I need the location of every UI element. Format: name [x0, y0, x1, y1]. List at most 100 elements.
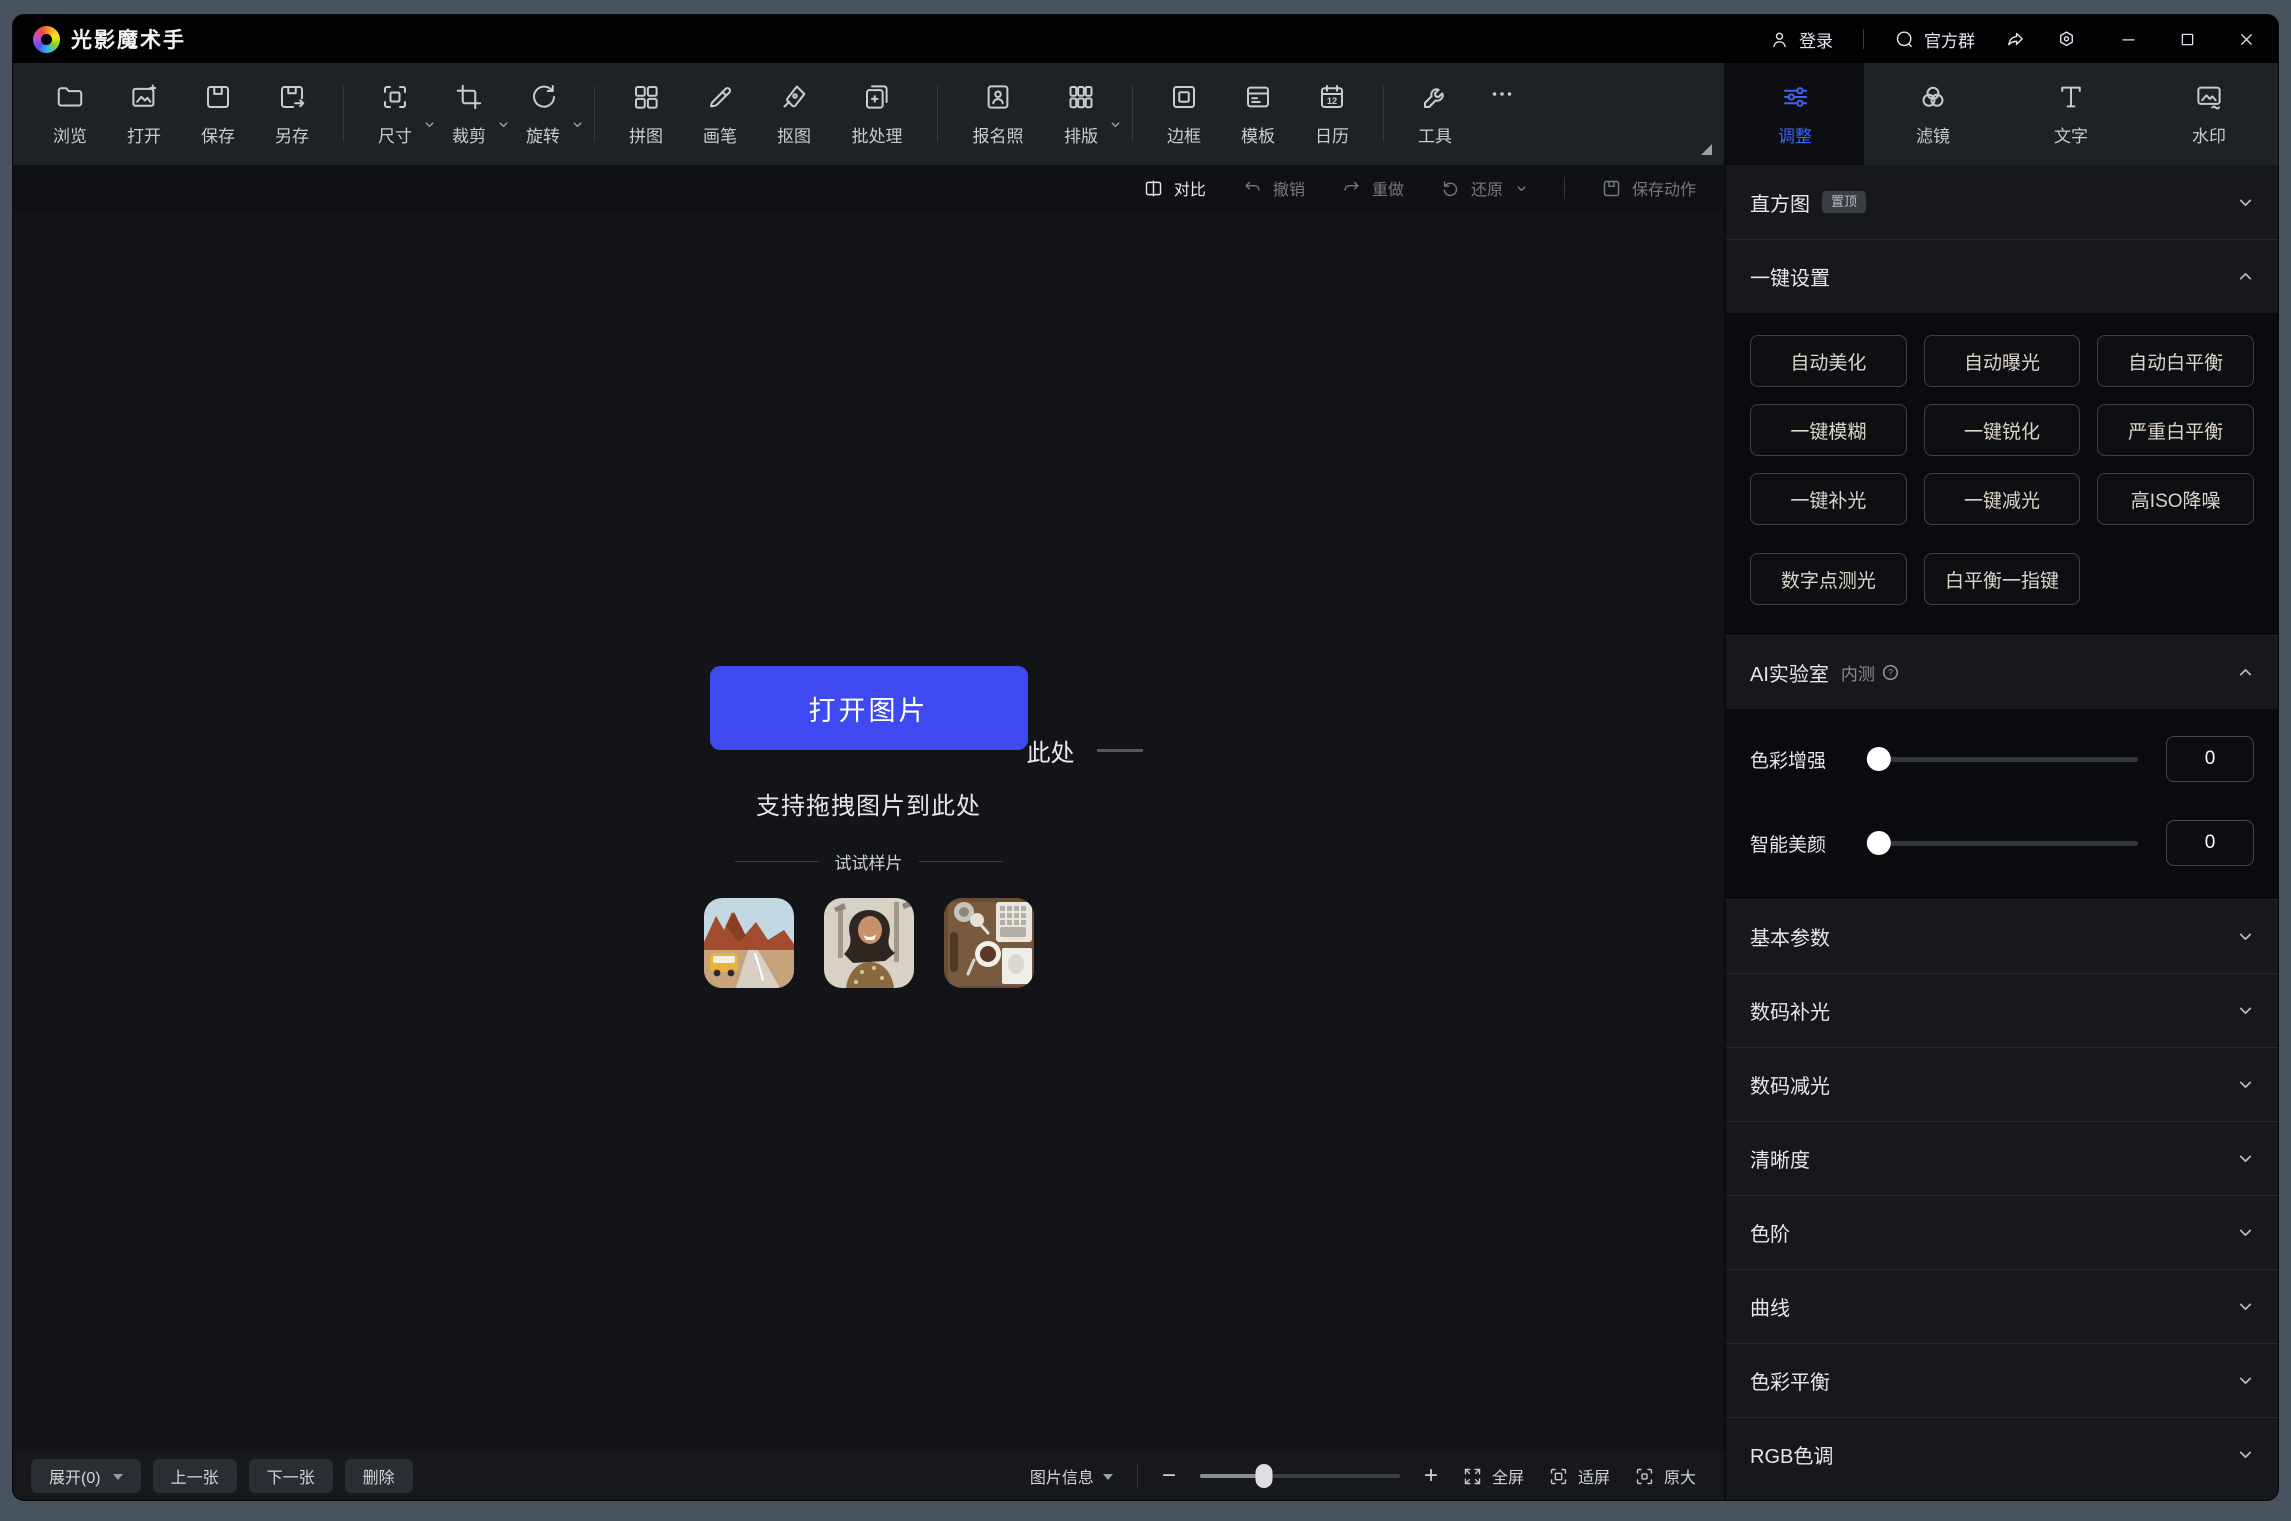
layout-grid-icon — [1066, 82, 1096, 112]
fit-screen-button[interactable]: 适屏 — [1548, 1464, 1610, 1488]
wrench-icon — [1420, 82, 1450, 112]
tools-button[interactable]: 工具 — [1398, 82, 1472, 147]
image-info-button[interactable]: 图片信息 — [1030, 1464, 1113, 1488]
slider-handle[interactable] — [1867, 747, 1891, 771]
collage-button[interactable]: 拼图 — [609, 82, 683, 147]
auto-beautify-button[interactable]: 自动美化 — [1750, 335, 1907, 387]
toolbar-collapse-handle[interactable] — [1701, 144, 1712, 155]
settings-button[interactable] — [2056, 29, 2077, 50]
toolbar-divider — [937, 86, 938, 142]
actual-size-button[interactable]: 原大 — [1634, 1464, 1696, 1488]
delete-image-button[interactable]: 删除 — [345, 1459, 413, 1493]
resize-button[interactable]: 尺寸 — [358, 82, 432, 147]
share-button[interactable] — [2005, 29, 2026, 50]
one-key-dim-light-button[interactable]: 一键减光 — [1924, 473, 2081, 525]
brush-button[interactable]: 画笔 — [683, 82, 757, 147]
tab-adjust[interactable]: 调整 — [1726, 63, 1864, 165]
section-digital-fill-light[interactable]: 数码补光 — [1726, 973, 2278, 1047]
calendar-button[interactable]: 12 日历 — [1295, 82, 1369, 147]
close-button[interactable] — [2237, 30, 2256, 49]
batch-button[interactable]: 批处理 — [831, 82, 923, 147]
white-balance-one-key-button[interactable]: 白平衡一指键 — [1924, 553, 2081, 605]
high-iso-denoise-button[interactable]: 高ISO降噪 — [2097, 473, 2254, 525]
open-button[interactable]: 打开 — [107, 82, 181, 147]
pin-top-badge: 置顶 — [1822, 191, 1866, 213]
section-levels[interactable]: 色阶 — [1726, 1195, 2278, 1269]
auto-exposure-button[interactable]: 自动曝光 — [1924, 335, 2081, 387]
zoom-slider[interactable] — [1200, 1474, 1400, 1478]
restore-button[interactable]: 还原 — [1440, 176, 1528, 200]
section-clarity[interactable]: 清晰度 — [1726, 1121, 2278, 1195]
rotate-button[interactable]: 旋转 — [506, 82, 580, 147]
next-image-button[interactable]: 下一张 — [249, 1459, 333, 1493]
tab-filter[interactable]: 滤镜 — [1864, 63, 2002, 165]
open-image-icon — [129, 82, 159, 112]
folder-icon — [55, 82, 85, 112]
chevron-down-icon — [2237, 194, 2254, 211]
rotate-label: 旋转 — [526, 122, 560, 147]
expand-filmstrip-button[interactable]: 展开(0) — [31, 1459, 141, 1493]
svg-text:12: 12 — [1327, 96, 1337, 106]
tab-text[interactable]: 文字 — [2002, 63, 2140, 165]
undo-button[interactable]: 撤销 — [1242, 176, 1305, 200]
section-rgb-tone[interactable]: RGB色调 — [1726, 1417, 2278, 1491]
section-digital-dim-light[interactable]: 数码减光 — [1726, 1047, 2278, 1121]
caret-down-icon — [1103, 1474, 1113, 1485]
open-image-button[interactable]: 打开图片 — [710, 666, 1028, 750]
redo-button[interactable]: 重做 — [1341, 176, 1404, 200]
one-key-blur-button[interactable]: 一键模糊 — [1750, 404, 1907, 456]
zoom-out-button[interactable]: − — [1162, 1464, 1176, 1488]
one-key-sharpen-button[interactable]: 一键锐化 — [1924, 404, 2081, 456]
titlebar-divider — [1863, 29, 1864, 49]
chevron-down-icon — [2237, 1446, 2254, 1463]
section-one-click-settings[interactable]: 一键设置 — [1726, 239, 2278, 313]
zoom-in-button[interactable]: + — [1424, 1464, 1438, 1488]
zoom-slider-handle[interactable] — [1255, 1464, 1272, 1488]
smart-beauty-slider[interactable] — [1874, 841, 2138, 846]
sample-portrait-image[interactable] — [824, 898, 914, 988]
more-tools-button[interactable] — [1472, 79, 1532, 109]
compare-label: 对比 — [1174, 176, 1206, 200]
sample-desk-flatlay-image[interactable] — [944, 898, 1034, 988]
previous-image-button[interactable]: 上一张 — [153, 1459, 237, 1493]
cutout-button[interactable]: 抠图 — [757, 82, 831, 147]
official-group-button[interactable]: 官方群 — [1894, 27, 1975, 52]
section-color-balance[interactable]: 色彩平衡 — [1726, 1343, 2278, 1417]
section-curves[interactable]: 曲线 — [1726, 1269, 2278, 1343]
browse-button[interactable]: 浏览 — [33, 82, 107, 147]
ai-lab-title: AI实验室 — [1750, 658, 1829, 687]
id-photo-button[interactable]: 报名照 — [952, 82, 1044, 147]
chevron-up-icon — [2237, 664, 2254, 681]
slider-handle[interactable] — [1867, 831, 1891, 855]
smart-beauty-value[interactable]: 0 — [2166, 820, 2254, 866]
sample-desert-road-image[interactable] — [704, 898, 794, 988]
redo-icon — [1341, 178, 1362, 199]
tab-watermark[interactable]: 水印 — [2140, 63, 2278, 165]
layout-button[interactable]: 排版 — [1044, 82, 1118, 147]
compare-button[interactable]: 对比 — [1143, 176, 1206, 200]
artifact-label: 此处 — [1027, 733, 1075, 768]
save-action-button[interactable]: 保存动作 — [1601, 176, 1696, 200]
digital-spot-metering-button[interactable]: 数字点测光 — [1750, 553, 1907, 605]
samples-label: 试试样片 — [835, 849, 903, 874]
crop-button[interactable]: 裁剪 — [432, 82, 506, 147]
section-ai-lab[interactable]: AI实验室 内测 ? — [1726, 635, 2278, 709]
border-button[interactable]: 边框 — [1147, 82, 1221, 147]
minimize-button[interactable] — [2119, 30, 2138, 49]
color-enhance-value[interactable]: 0 — [2166, 736, 2254, 782]
login-button[interactable]: 登录 — [1769, 27, 1833, 52]
fullscreen-button[interactable]: 全屏 — [1462, 1464, 1524, 1488]
one-key-fill-light-button[interactable]: 一键补光 — [1750, 473, 1907, 525]
color-enhance-slider[interactable] — [1874, 757, 2138, 762]
save-as-button[interactable]: 另存 — [255, 82, 329, 147]
severe-white-balance-button[interactable]: 严重白平衡 — [2097, 404, 2254, 456]
one-click-title: 一键设置 — [1750, 262, 1830, 291]
section-histogram[interactable]: 直方图 置顶 — [1726, 165, 2278, 239]
section-basic-params[interactable]: 基本参数 — [1726, 899, 2278, 973]
chevron-down-icon — [2237, 928, 2254, 945]
template-button[interactable]: 模板 — [1221, 82, 1295, 147]
maximize-button[interactable] — [2178, 30, 2197, 49]
help-icon[interactable]: ? — [1882, 664, 1899, 681]
auto-white-balance-button[interactable]: 自动白平衡 — [2097, 335, 2254, 387]
save-button[interactable]: 保存 — [181, 82, 255, 147]
